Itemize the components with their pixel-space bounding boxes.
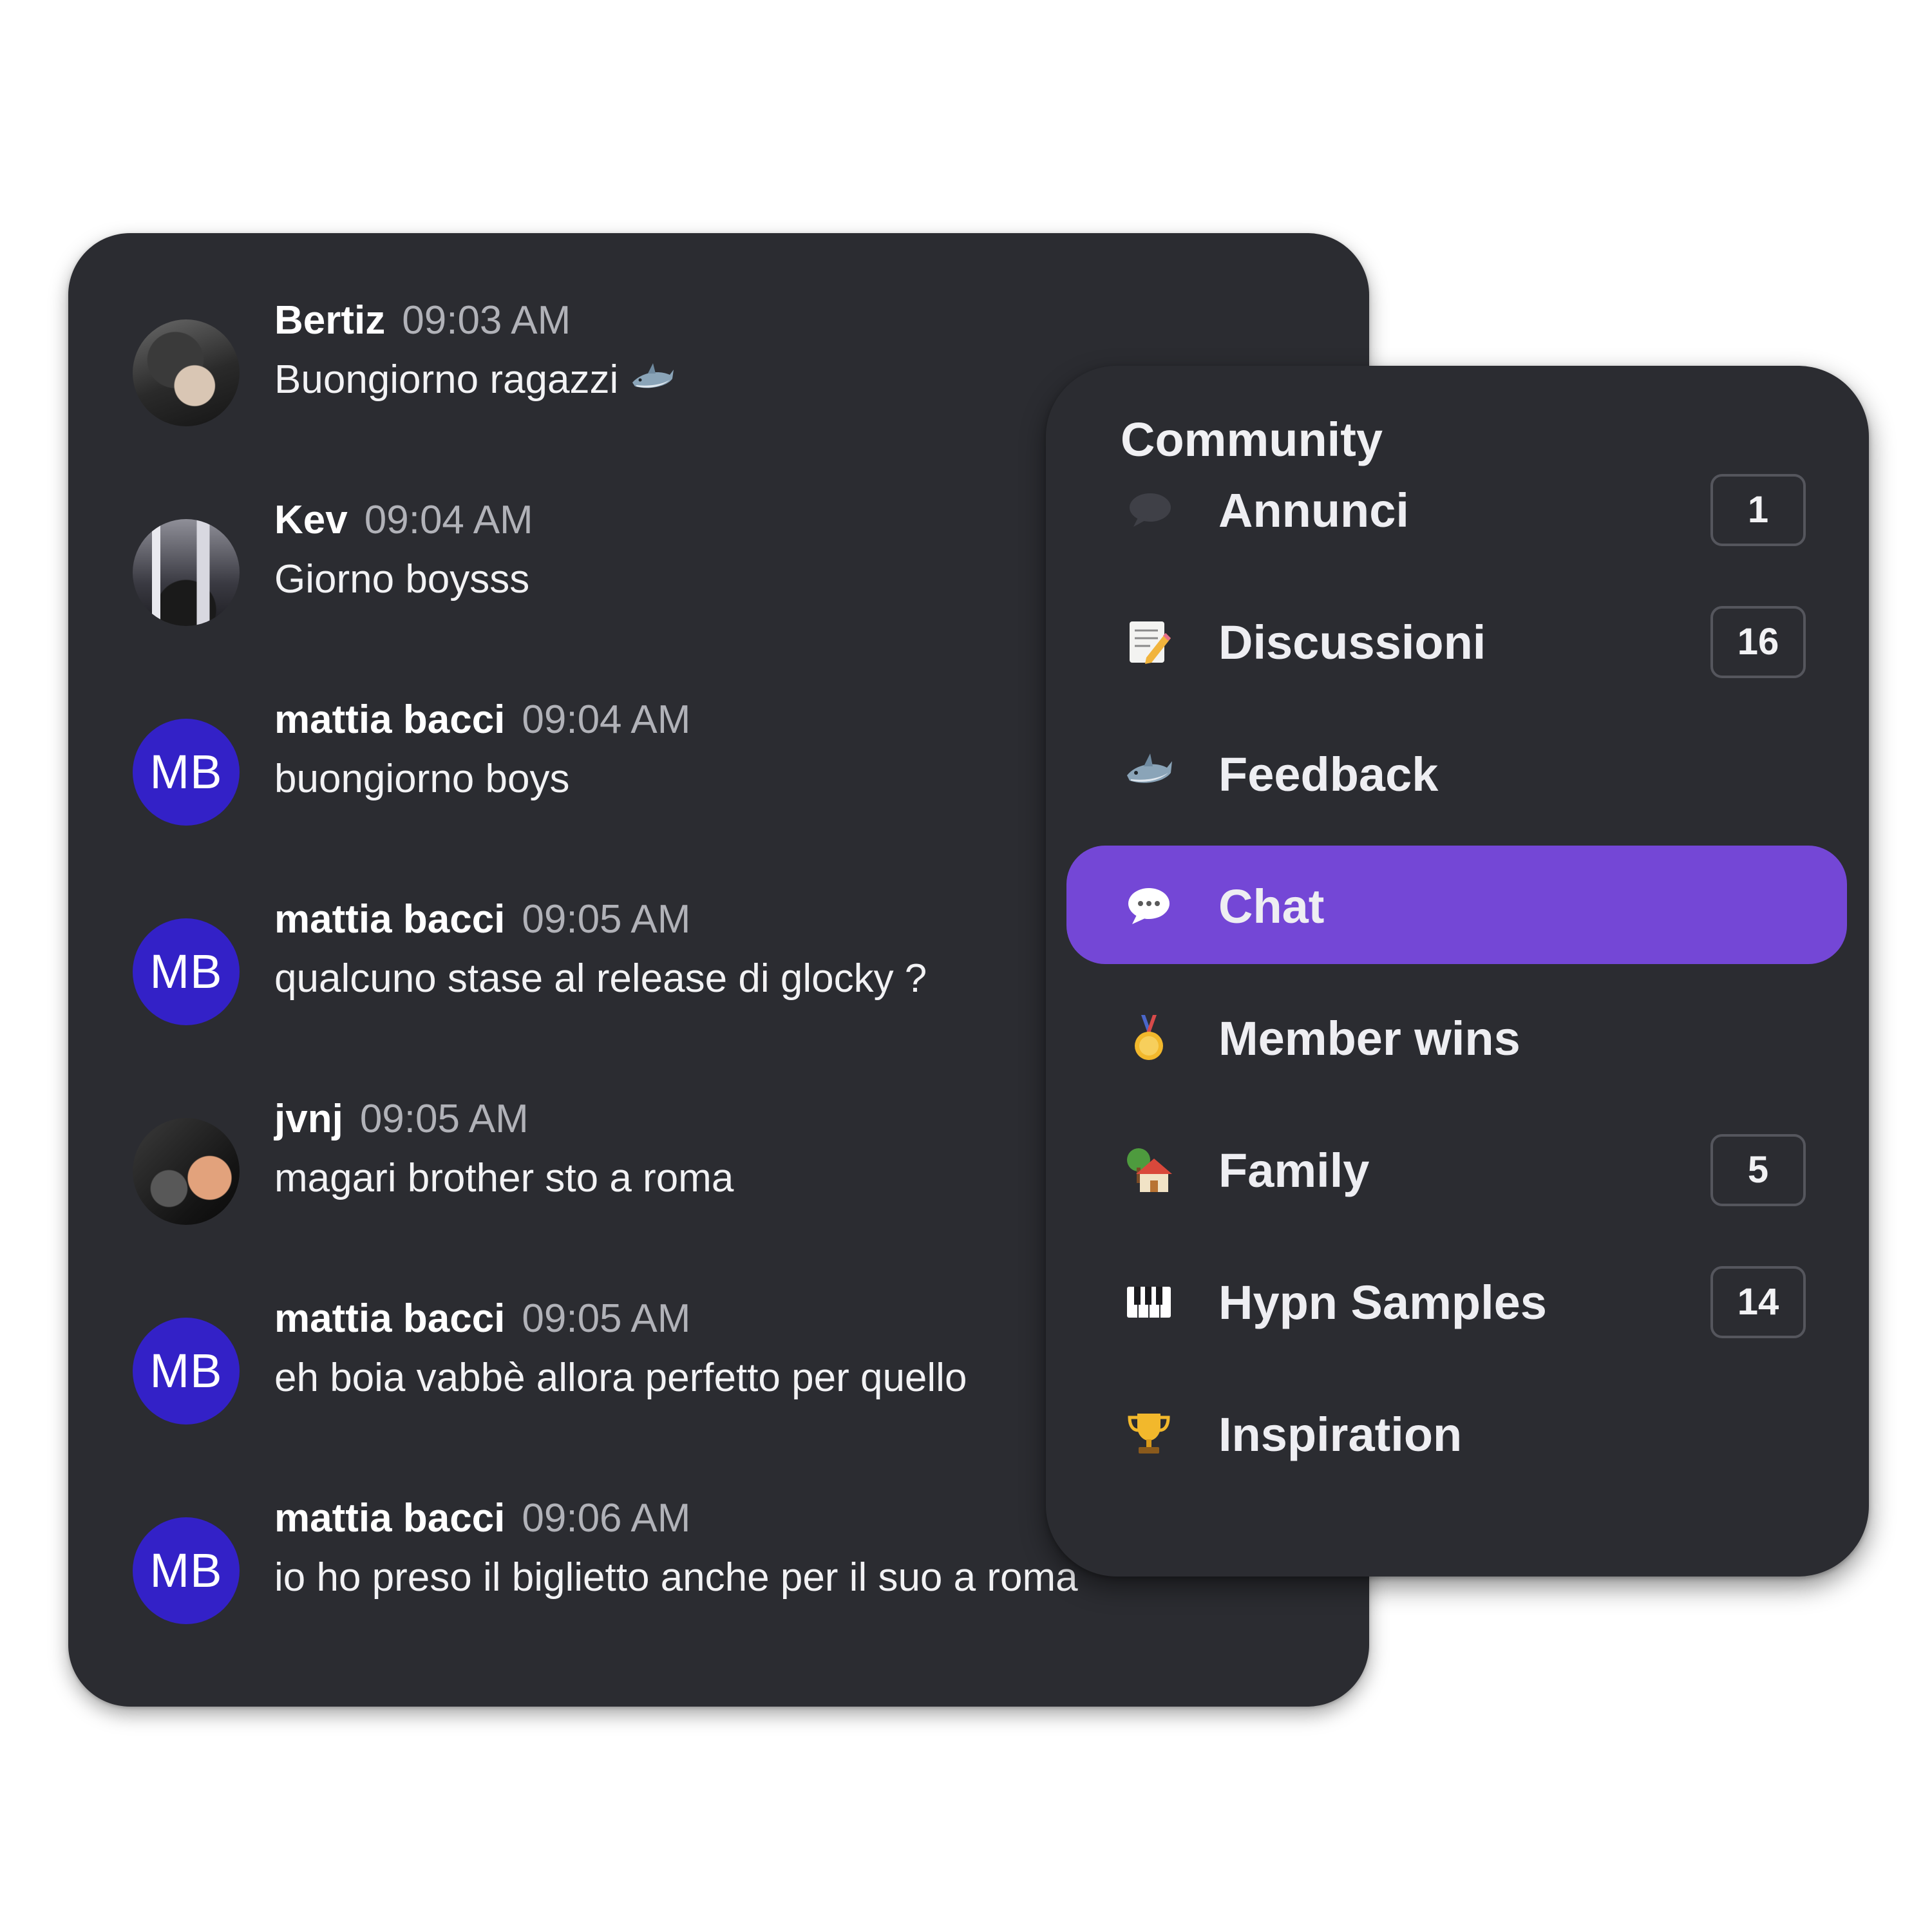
message-author[interactable]: mattia bacci [274,897,505,942]
message-text: magari brother sto a roma [274,1156,734,1200]
message-timestamp: 09:04 AM [364,498,533,542]
message-header: mattia bacci 09:04 AM [274,697,690,748]
message-author[interactable]: mattia bacci [274,697,505,742]
message-author[interactable]: jvnj [274,1097,343,1141]
shark-icon [632,363,674,388]
avatar[interactable] [133,519,240,626]
trophy-icon [1128,1414,1170,1454]
speech-bubble-icon [1130,493,1171,527]
nav-item-label: Inspiration [1218,1408,1463,1461]
nav-item-chat[interactable]: Chat [1066,846,1847,964]
nav-item-label: Member wins [1218,1012,1520,1065]
message-header: mattia bacci 09:05 AM [274,1296,690,1347]
nav-item-label: Hypn Samples [1218,1276,1547,1329]
nav-item-feedback[interactable]: Feedback [1066,714,1847,832]
nav-item-inspiration[interactable]: Inspiration [1066,1374,1847,1492]
medal-icon [1135,1015,1163,1060]
message-text: Giorno boysss [274,557,530,601]
message-text: Buongiorno ragazzi [274,357,675,402]
nav-item-annunci[interactable]: Annunci 1 [1066,450,1847,568]
message-timestamp: 09:05 AM [522,1296,691,1341]
nav-item-label: Annunci [1218,484,1409,537]
avatar[interactable]: MB [133,1318,240,1425]
message-timestamp: 09:05 AM [522,897,691,942]
message-text-content: Buongiorno ragazzi [274,357,619,402]
message-header: mattia bacci 09:05 AM [274,896,690,948]
message-header: Bertiz 09:03 AM [274,298,571,349]
avatar[interactable]: MB [133,1517,240,1624]
message-header: Kev 09:04 AM [274,497,533,549]
nav-item-label: Family [1218,1144,1370,1197]
message-text: eh boia vabbè allora perfetto per quello [274,1356,967,1400]
unread-count-badge: 5 [1710,1134,1806,1206]
nav-item-discussioni[interactable]: Discussioni 16 [1066,582,1847,700]
nav-item-label: Feedback [1218,748,1439,801]
message-timestamp: 09:05 AM [359,1097,529,1141]
avatar[interactable]: MB [133,918,240,1025]
message-timestamp: 09:04 AM [522,697,691,742]
avatar[interactable] [133,319,240,426]
message-author[interactable]: Kev [274,498,348,542]
unread-count-badge: 14 [1710,1266,1806,1338]
shark-icon [1127,753,1172,783]
nav-item-label: Discussioni [1218,616,1486,669]
message-timestamp: 09:06 AM [522,1496,691,1540]
nav-item-member-wins[interactable]: Member wins [1066,978,1847,1096]
avatar[interactable]: MB [133,719,240,826]
message-author[interactable]: Bertiz [274,298,385,343]
message-author[interactable]: mattia bacci [274,1296,505,1341]
piano-keys-icon [1127,1287,1171,1318]
message-text: qualcuno stase al release di glocky ? [274,956,927,1001]
message-timestamp: 09:03 AM [402,298,571,343]
message-header: jvnj 09:05 AM [274,1096,529,1148]
chat-bubble-icon [1128,888,1170,924]
message-author[interactable]: mattia bacci [274,1496,505,1540]
house-icon [1127,1148,1172,1192]
message-text: io ho preso il biglietto anche per il su… [274,1555,1078,1600]
nav-item-hypn-samples[interactable]: Hypn Samples 14 [1066,1242,1847,1360]
nav-item-label: Chat [1218,880,1325,933]
community-panel: Community Annunci 1 Discussioni 16 Feedb… [1046,366,1869,1577]
message-header: mattia bacci 09:06 AM [274,1495,690,1547]
memo-icon [1130,621,1171,664]
unread-count-badge: 1 [1710,474,1806,546]
nav-item-family[interactable]: Family 5 [1066,1110,1847,1228]
message-text: buongiorno boys [274,757,570,801]
avatar[interactable] [133,1118,240,1225]
stage: Bertiz 09:03 AM Buongiorno ragazzi Kev 09:… [0,0,1932,1932]
unread-count-badge: 16 [1710,606,1806,678]
